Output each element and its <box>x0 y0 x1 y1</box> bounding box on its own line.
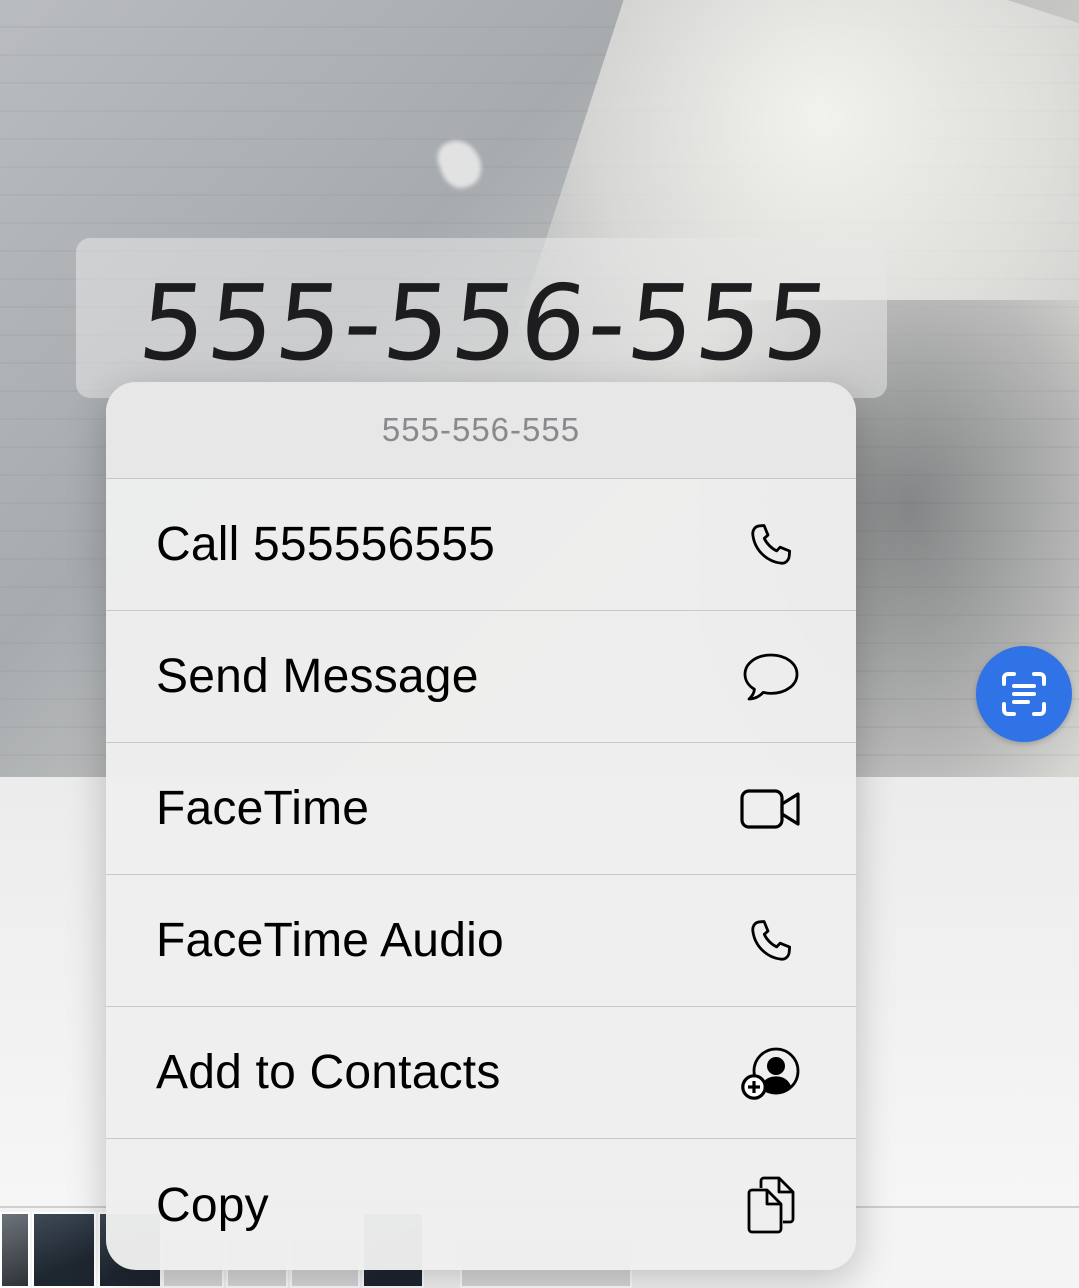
thumbnail[interactable] <box>0 1212 30 1288</box>
menu-item-facetime-audio[interactable]: FaceTime Audio <box>106 875 856 1007</box>
menu-item-label: Send Message <box>156 650 479 703</box>
menu-item-facetime[interactable]: FaceTime <box>106 743 856 875</box>
menu-item-call[interactable]: Call 555556555 <box>106 479 856 611</box>
live-text-icon <box>1002 672 1046 716</box>
phone-icon <box>736 911 806 971</box>
menu-item-label: Call 555556555 <box>156 518 496 571</box>
menu-item-copy[interactable]: Copy <box>106 1139 856 1270</box>
context-menu: 555-556-555 Call 555556555 Send Message … <box>106 382 856 1270</box>
menu-item-send-message[interactable]: Send Message <box>106 611 856 743</box>
menu-item-label: FaceTime <box>156 782 370 835</box>
menu-header-title: 555-556-555 <box>381 411 581 448</box>
add-contact-icon <box>736 1043 806 1103</box>
message-bubble-icon <box>736 647 806 707</box>
menu-item-label: Copy <box>156 1178 269 1232</box>
menu-item-add-to-contacts[interactable]: Add to Contacts <box>106 1007 856 1139</box>
handwritten-phone-number[interactable]: 555-556-555 <box>134 262 839 384</box>
thumbnail[interactable] <box>32 1212 96 1288</box>
phone-icon <box>736 515 806 575</box>
menu-header: 555-556-555 <box>106 382 856 479</box>
live-text-button[interactable] <box>976 646 1072 742</box>
video-camera-icon <box>736 779 806 839</box>
menu-item-label: FaceTime Audio <box>156 914 504 967</box>
copy-icon <box>736 1175 806 1235</box>
menu-item-label: Add to Contacts <box>156 1046 501 1099</box>
